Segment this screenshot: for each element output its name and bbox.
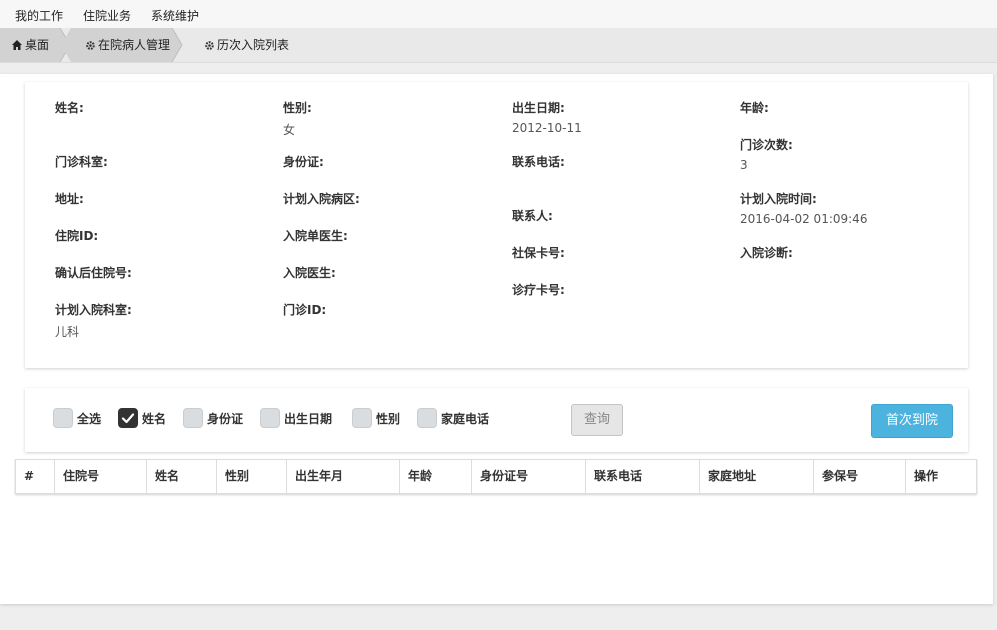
- checkbox-label: 出生日期: [284, 412, 333, 426]
- social-security-card-label: 社保卡号:: [512, 246, 565, 260]
- birth-date-value: 2012-10-11: [512, 121, 582, 135]
- main-panel: 姓名: 门诊科室: 地址: 住院ID: 确认后住院号: 计划入院科室: 儿科 性…: [0, 74, 993, 604]
- menu-my-work[interactable]: 我的工作: [15, 7, 63, 24]
- checkbox-box: [417, 408, 437, 428]
- contact-person-label: 联系人:: [512, 209, 553, 223]
- checkbox-label: 家庭电话: [441, 412, 490, 426]
- top-menu-bar: 我的工作 住院业务 系统维护: [0, 0, 997, 29]
- phone-label: 联系电话:: [512, 155, 565, 169]
- checkbox-id-card[interactable]: 身份证: [183, 408, 251, 428]
- breadcrumb-current: 历次入院列表: [204, 28, 289, 62]
- filter-card: 全选 姓名 身份证 出生日期 性别 家庭电话 查询 首次到院: [25, 388, 968, 452]
- outpatient-dept-label: 门诊科室:: [55, 155, 108, 169]
- breadcrumb-home-label: 桌面: [25, 38, 50, 52]
- checkbox-box: [53, 408, 73, 428]
- menu-system-maintenance[interactable]: 系统维护: [151, 7, 199, 24]
- table-header-index: #: [16, 460, 55, 493]
- table-header-actions: 操作: [914, 469, 939, 483]
- admission-history-table: # 住院号 姓名 性别 出生年月 年龄 身份证号 联系电话 家庭地址 参保号 操…: [15, 459, 977, 494]
- checkbox-name[interactable]: 姓名: [118, 408, 174, 428]
- breadcrumb: 桌面 在院病人管理 历次入院列表: [0, 28, 997, 63]
- table-header-name: 姓名: [147, 460, 217, 493]
- id-card-label: 身份证:: [283, 155, 324, 169]
- checkbox-box: [260, 408, 280, 428]
- query-button[interactable]: 查询: [571, 404, 623, 436]
- name-label: 姓名:: [55, 101, 84, 115]
- outpatient-visits-label: 门诊次数:: [740, 138, 793, 152]
- menu-inpatient-business[interactable]: 住院业务: [83, 7, 131, 24]
- planned-admission-time-value: 2016-04-02 01:09:46: [740, 212, 868, 226]
- medical-card-label: 诊疗卡号:: [512, 283, 565, 297]
- planned-dept-value: 儿科: [55, 325, 80, 339]
- inpatient-id-label: 住院ID:: [55, 229, 99, 243]
- table-header-phone: 联系电话: [586, 460, 700, 493]
- checkbox-label: 姓名: [142, 412, 167, 426]
- admission-order-doctor-label: 入院单医生:: [283, 229, 348, 243]
- checkbox-box-checked: [118, 408, 138, 428]
- breadcrumb-current-label: 历次入院列表: [217, 38, 290, 52]
- confirmed-inpatient-no-label: 确认后住院号:: [55, 266, 132, 280]
- table-header-home-address: 家庭地址: [700, 460, 814, 493]
- admission-doctor-label: 入院医生:: [283, 266, 336, 280]
- breadcrumb-section[interactable]: 在院病人管理: [85, 28, 170, 62]
- birth-date-label: 出生日期:: [512, 101, 565, 115]
- checkbox-box: [352, 408, 372, 428]
- checkbox-label: 身份证: [207, 412, 244, 426]
- planned-dept-label: 计划入院科室:: [55, 303, 132, 317]
- checkbox-gender[interactable]: 性别: [352, 408, 408, 428]
- outpatient-visits-value: 3: [740, 158, 748, 172]
- table-header-gender: 性别: [217, 460, 287, 493]
- table-header-insurance-no: 参保号: [814, 460, 906, 493]
- breadcrumb-home[interactable]: 桌面: [11, 28, 49, 62]
- planned-ward-label: 计划入院病区:: [283, 192, 360, 206]
- admission-diagnosis-label: 入院诊断:: [740, 246, 793, 260]
- address-label: 地址:: [55, 192, 84, 206]
- checkbox-select-all[interactable]: 全选: [53, 408, 109, 428]
- checkbox-box: [183, 408, 203, 428]
- breadcrumb-section-label: 在院病人管理: [98, 38, 171, 52]
- age-label: 年龄:: [740, 101, 769, 115]
- table-header-age: 年龄: [400, 460, 472, 493]
- checkbox-birth-date[interactable]: 出生日期: [260, 408, 340, 428]
- check-icon: [121, 413, 135, 424]
- gear-icon: [86, 41, 95, 50]
- first-visit-button[interactable]: 首次到院: [871, 404, 953, 438]
- gender-value: 女: [283, 123, 296, 137]
- patient-info-card: 姓名: 门诊科室: 地址: 住院ID: 确认后住院号: 计划入院科室: 儿科 性…: [25, 82, 968, 368]
- home-icon: [12, 40, 22, 50]
- table-header-inpatient-no: 住院号: [55, 460, 147, 493]
- planned-admission-time-label: 计划入院时间:: [740, 192, 817, 206]
- checkbox-home-phone[interactable]: 家庭电话: [417, 408, 497, 428]
- table-header-birth-month: 出生年月: [287, 460, 400, 493]
- checkbox-label: 性别: [376, 412, 401, 426]
- outpatient-id-label: 门诊ID:: [283, 303, 327, 317]
- checkbox-label: 全选: [77, 412, 102, 426]
- table-header-id-card: 身份证号: [472, 460, 586, 493]
- gear-icon: [205, 41, 214, 50]
- gender-label: 性别:: [283, 101, 312, 115]
